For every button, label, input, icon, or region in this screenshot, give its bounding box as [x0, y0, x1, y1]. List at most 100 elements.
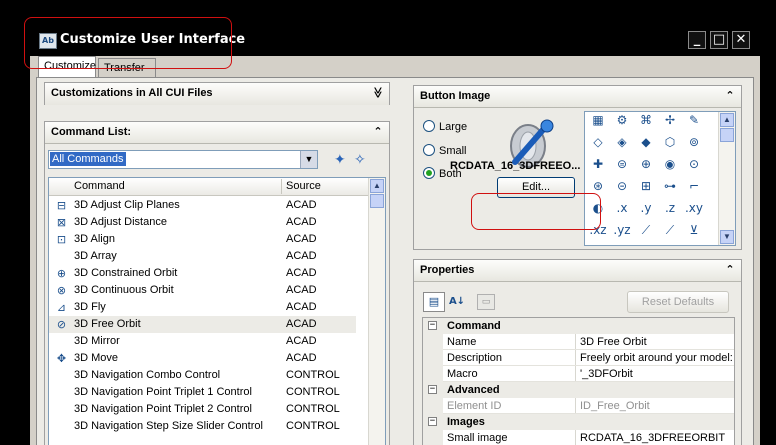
categorized-view-icon[interactable]: ▤: [423, 292, 445, 312]
command-row[interactable]: ⊠ 3D Adjust Distance ACAD: [49, 214, 356, 231]
property-row[interactable]: Element ID ID_Free_Orbit: [423, 398, 734, 414]
star-icon[interactable]: ✦: [334, 151, 346, 168]
tab-transfer[interactable]: Transfer: [98, 58, 156, 78]
button-image-cell-icon[interactable]: .yz: [611, 223, 633, 245]
command-source: ACAD: [286, 199, 317, 211]
customizations-panel-title: Customizations in All CUI Files: [51, 87, 213, 99]
close-button[interactable]: ✕: [732, 31, 750, 49]
button-image-cell-icon[interactable]: ◈: [611, 135, 633, 157]
button-image-cell-icon[interactable]: ⌘: [635, 113, 657, 135]
button-image-cell-icon[interactable]: ✚: [587, 157, 609, 179]
button-image-cell-icon[interactable]: ⬡: [659, 135, 681, 157]
customizations-panel-header[interactable]: Customizations in All CUI Files ≫: [45, 83, 389, 105]
collapse-icon[interactable]: −: [428, 321, 437, 330]
property-row[interactable]: Name 3D Free Orbit: [423, 334, 734, 350]
command-filter-dropdown[interactable]: All Commands ▼: [48, 150, 318, 169]
button-image-cell-icon[interactable]: .y: [635, 201, 657, 223]
property-pages-icon[interactable]: ▭: [477, 294, 495, 310]
command-row[interactable]: ⊿ 3D Fly ACAD: [49, 299, 356, 316]
command-list-scrollbar[interactable]: ▲: [368, 178, 385, 445]
property-category[interactable]: − Images: [423, 414, 734, 430]
button-image-cell-icon[interactable]: ⊜: [611, 157, 633, 179]
command-row[interactable]: ⊡ 3D Align ACAD: [49, 231, 356, 248]
button-image-cell-icon[interactable]: .xz: [587, 223, 609, 245]
collapse-icon[interactable]: −: [428, 417, 437, 426]
button-image-cell-icon[interactable]: ⊕: [635, 157, 657, 179]
command-row[interactable]: ✥ 3D Move ACAD: [49, 350, 356, 367]
button-image-cell-icon[interactable]: ⊻: [683, 223, 705, 245]
button-image-cell-icon[interactable]: .z: [659, 201, 681, 223]
command-row[interactable]: 3D Mirror ACAD: [49, 333, 356, 350]
button-image-cell-icon[interactable]: .xy: [683, 201, 705, 223]
property-category[interactable]: − Command: [423, 318, 734, 334]
chevron-up-icon[interactable]: ⌃: [723, 263, 737, 276]
command-source: ACAD: [286, 352, 317, 364]
command-row[interactable]: 3D Array ACAD: [49, 248, 356, 265]
button-image-cell-icon[interactable]: ⊙: [683, 157, 705, 179]
radio-large[interactable]: Large: [423, 120, 467, 133]
property-category[interactable]: − Advanced: [423, 382, 734, 398]
scroll-thumb[interactable]: [720, 128, 734, 142]
chevron-up-icon[interactable]: ⌃: [371, 125, 385, 138]
button-image-cell-icon[interactable]: ⊝: [611, 179, 633, 201]
command-list-panel: Command List: ⌃ All Commands ▼ ✦ ✧ Comma…: [44, 121, 390, 445]
button-image-cell-icon[interactable]: ⟋: [659, 223, 681, 245]
button-image-cell-icon[interactable]: ⌐: [683, 179, 705, 201]
edit-image-button[interactable]: Edit...: [497, 177, 575, 198]
collapse-icon[interactable]: −: [428, 385, 437, 394]
row-gutter: [423, 366, 443, 382]
icon-grid-scrollbar[interactable]: ▲ ▼: [718, 112, 735, 245]
property-value[interactable]: 3D Free Orbit: [580, 336, 647, 348]
scroll-up-icon[interactable]: ▲: [720, 113, 734, 127]
button-image-cell-icon[interactable]: ⚙: [611, 113, 633, 135]
button-image-cell-icon[interactable]: ◇: [587, 135, 609, 157]
button-image-cell-icon[interactable]: ✢: [659, 113, 681, 135]
button-image-cell-icon[interactable]: ✎: [683, 113, 705, 135]
property-row[interactable]: Small image RCDATA_16_3DFREEORBIT: [423, 430, 734, 445]
chevron-down-icon[interactable]: ▼: [300, 151, 317, 168]
chevron-up-icon[interactable]: ⌃: [723, 89, 737, 102]
properties-title: Properties: [420, 264, 475, 276]
button-image-cell-icon[interactable]: ◐: [587, 201, 609, 223]
property-row[interactable]: Macro '_3DFOrbit: [423, 366, 734, 382]
property-value[interactable]: Freely orbit around your model: 3D: [580, 352, 734, 364]
command-row[interactable]: 3D Navigation Combo Control CONTROL: [49, 367, 356, 384]
command-row[interactable]: ⊘ 3D Free Orbit ACAD: [49, 316, 356, 333]
tab-customize[interactable]: Customize: [38, 56, 96, 78]
new-command-icon[interactable]: ✧: [354, 151, 366, 168]
button-image-cell-icon[interactable]: ▦: [587, 113, 609, 135]
button-image-cell-icon[interactable]: ⊚: [683, 135, 705, 157]
command-row[interactable]: 3D Navigation Step Size Slider Control CO…: [49, 418, 356, 435]
command-row[interactable]: 3D Navigation Point Triplet 1 Control CON…: [49, 384, 356, 401]
button-image-cell-icon[interactable]: ⟋: [635, 223, 657, 245]
column-command[interactable]: Command: [74, 180, 125, 192]
radio-large-label: Large: [439, 121, 468, 133]
command-row[interactable]: ⊕ 3D Constrained Orbit ACAD: [49, 265, 356, 282]
property-row[interactable]: Description Freely orbit around your mode…: [423, 350, 734, 366]
reset-defaults-button[interactable]: Reset Defaults: [627, 291, 729, 313]
property-value[interactable]: ID_Free_Orbit: [580, 400, 650, 412]
property-value[interactable]: RCDATA_16_3DFREEORBIT: [580, 432, 725, 444]
radio-small[interactable]: Small: [423, 144, 467, 157]
button-image-cell-icon[interactable]: ⊶: [659, 179, 681, 201]
property-value[interactable]: '_3DFOrbit: [580, 368, 633, 380]
command-row[interactable]: 3D Navigation Point Triplet 2 Control CON…: [49, 401, 356, 418]
command-row[interactable]: ⊗ 3D Continuous Orbit ACAD: [49, 282, 356, 299]
sort-az-icon[interactable]: A↓: [447, 292, 467, 312]
command-name: 3D Adjust Clip Planes: [74, 199, 180, 211]
scroll-up-icon[interactable]: ▲: [370, 179, 384, 193]
button-image-cell-icon[interactable]: ◆: [635, 135, 657, 157]
command-row[interactable]: ⊟ 3D Adjust Clip Planes ACAD: [49, 197, 356, 214]
button-image-cell-icon[interactable]: ⊞: [635, 179, 657, 201]
column-source[interactable]: Source: [286, 180, 321, 192]
scroll-thumb[interactable]: [370, 194, 384, 208]
minimize-button[interactable]: _: [688, 31, 706, 49]
button-image-cell-icon[interactable]: ◉: [659, 157, 681, 179]
button-image-cell-icon[interactable]: .x: [611, 201, 633, 223]
maximize-button[interactable]: □: [710, 31, 728, 49]
scroll-down-icon[interactable]: ▼: [720, 230, 734, 244]
command-name: 3D Constrained Orbit: [74, 267, 178, 279]
button-image-cell-icon[interactable]: ⊛: [587, 179, 609, 201]
chevron-down-icon[interactable]: ≫: [372, 86, 385, 100]
command-source: ACAD: [286, 318, 317, 330]
